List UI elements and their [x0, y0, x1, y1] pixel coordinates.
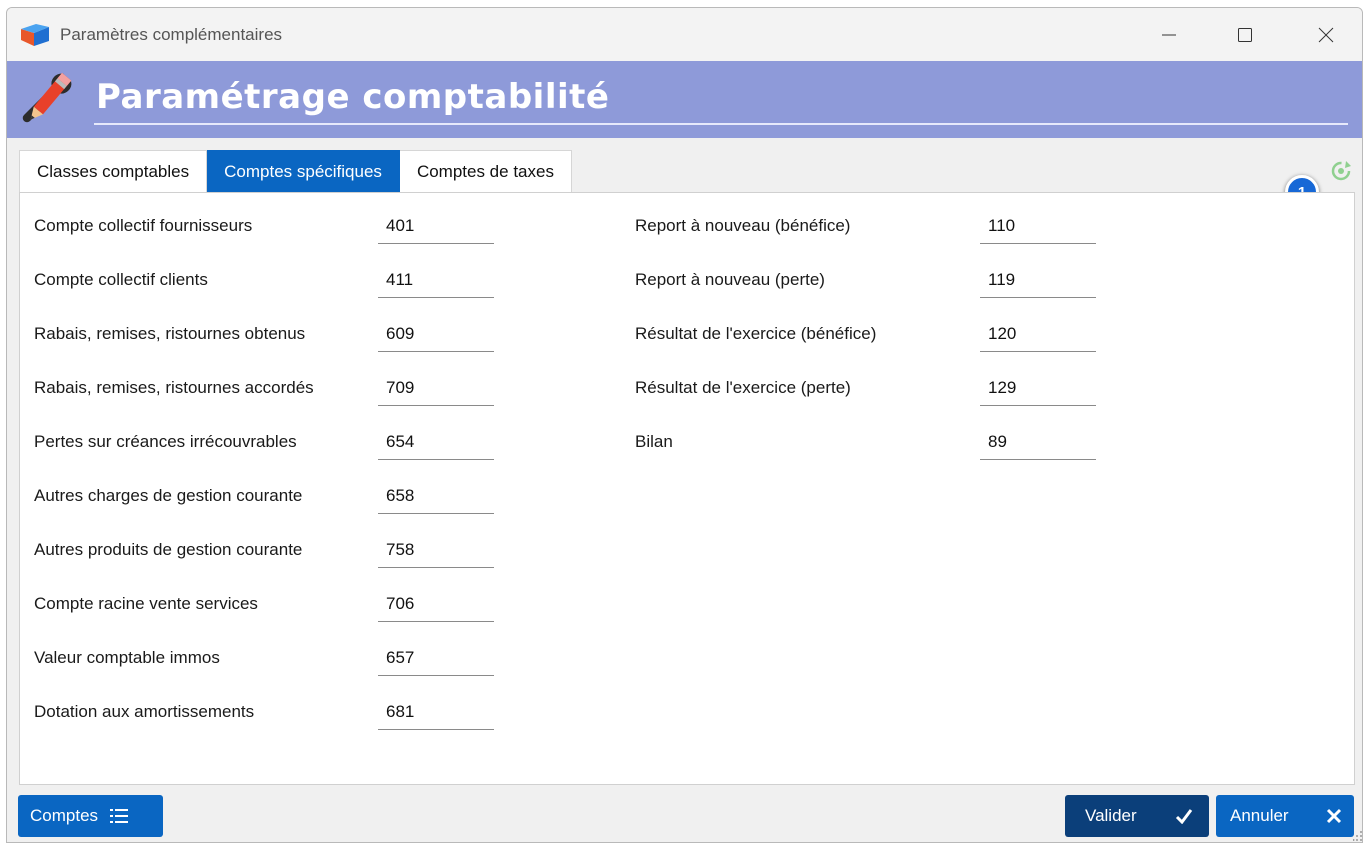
field-label: Valeur comptable immos	[34, 648, 220, 667]
maximize-icon	[1238, 28, 1252, 42]
field-label: Rabais, remises, ristournes accordés	[34, 378, 314, 397]
account-input[interactable]: 110	[980, 206, 1096, 244]
close-icon	[1326, 808, 1342, 824]
account-input[interactable]: 609	[378, 314, 494, 352]
field-label: Compte racine vente services	[34, 594, 258, 613]
account-input[interactable]: 681	[378, 692, 494, 730]
field-label: Report à nouveau (perte)	[635, 270, 825, 289]
account-input[interactable]: 129	[980, 368, 1096, 406]
accounts-button[interactable]: Comptes	[18, 795, 163, 837]
account-input[interactable]: 758	[378, 530, 494, 568]
account-input[interactable]: 119	[980, 260, 1096, 298]
field-label: Compte collectif fournisseurs	[34, 216, 253, 235]
validate-button[interactable]: Valider	[1065, 795, 1209, 837]
account-input[interactable]: 89	[980, 422, 1096, 460]
tab-classes-comptables[interactable]: Classes comptables	[19, 150, 208, 192]
field-label: Bilan	[635, 432, 673, 451]
app-logo-icon	[21, 24, 49, 46]
field-label: Rabais, remises, ristournes obtenus	[34, 324, 306, 343]
tab-comptes-specifiques[interactable]: Comptes spécifiques	[207, 150, 400, 192]
account-input[interactable]: 411	[378, 260, 494, 298]
account-input[interactable]: 709	[378, 368, 494, 406]
refresh-icon[interactable]	[1329, 159, 1353, 183]
account-input[interactable]: 657	[378, 638, 494, 676]
tab-comptes-de-taxes[interactable]: Comptes de taxes	[399, 150, 572, 192]
field-label: Pertes sur créances irrécouvrables	[34, 432, 297, 451]
field-label: Résultat de l'exercice (perte)	[635, 378, 851, 397]
header-banner: Paramétrage comptabilité	[7, 61, 1362, 138]
accounts-button-label: Comptes	[30, 806, 99, 825]
tab-content-panel: Compte collectif fournisseurs 401 Compte…	[19, 192, 1355, 785]
checkmark-icon	[1175, 809, 1193, 824]
title-bar: Paramètres complémentaires	[7, 8, 1362, 61]
field-label: Report à nouveau (bénéfice)	[635, 216, 851, 235]
field-label: Autres charges de gestion courante	[34, 486, 303, 505]
maximize-button[interactable]	[1223, 18, 1267, 52]
page-title: Paramétrage comptabilité	[96, 77, 610, 117]
minimize-button[interactable]	[1147, 18, 1191, 52]
close-icon	[1318, 27, 1334, 43]
close-window-button[interactable]	[1304, 18, 1348, 52]
tab-bar: Classes comptables Comptes spécifiques C…	[19, 150, 572, 192]
minimize-icon	[1162, 34, 1176, 36]
cancel-button[interactable]: Annuler	[1216, 795, 1354, 837]
resize-grip-icon[interactable]	[1353, 830, 1363, 842]
cancel-button-label: Annuler	[1230, 806, 1289, 825]
account-input[interactable]: 120	[980, 314, 1096, 352]
list-icon	[110, 809, 129, 823]
validate-button-label: Valider	[1085, 806, 1137, 825]
dialog-window: Paramètres complémentaires Paramétrage c…	[6, 7, 1363, 843]
header-divider	[94, 123, 1348, 125]
field-label: Résultat de l'exercice (bénéfice)	[635, 324, 877, 343]
field-label: Autres produits de gestion courante	[34, 540, 303, 559]
field-label: Compte collectif clients	[34, 270, 208, 289]
window-title: Paramètres complémentaires	[60, 25, 283, 44]
account-input[interactable]: 401	[378, 206, 494, 244]
tools-icon	[22, 72, 72, 123]
account-input[interactable]: 706	[378, 584, 494, 622]
field-label: Dotation aux amortissements	[34, 702, 255, 721]
account-input[interactable]: 658	[378, 476, 494, 514]
account-input[interactable]: 654	[378, 422, 494, 460]
